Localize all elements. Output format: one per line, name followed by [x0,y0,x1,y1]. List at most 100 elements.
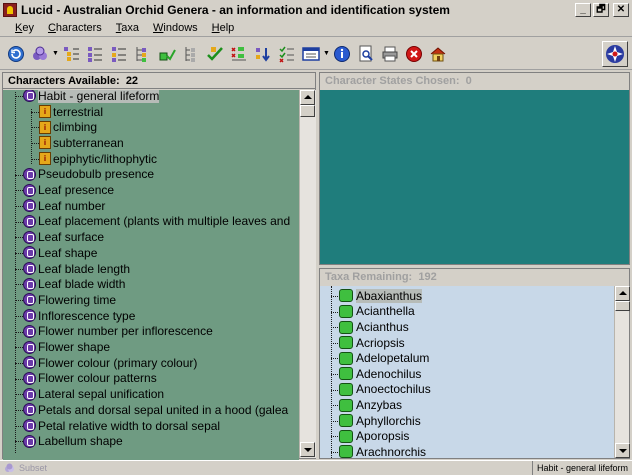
characters-panel: Characters Available: 22 Habit - general… [2,72,316,460]
checklist-icon[interactable] [277,44,297,64]
preview-icon[interactable] [356,44,376,64]
characters-tree[interactable]: Habit - general lifeformterrestrialclimb… [3,90,299,460]
taxon-item[interactable]: Anzybas [339,397,402,413]
taxon-item[interactable]: Aphyllorchis [339,413,421,429]
tree-connector [15,331,23,333]
menu-taxa[interactable]: Taxa [109,22,146,34]
character-item[interactable]: Leaf shape [23,245,97,261]
restore-button[interactable]: 🗗 [593,2,609,17]
taxon-item[interactable]: Adelopetalum [339,350,429,366]
taxa-remaining-panel: Taxa Remaining: 192 Abaxianthus Acianthel… [319,268,630,459]
title-bar[interactable]: Lucid - Australian Orchid Genera - an in… [0,0,632,19]
state-item[interactable]: subterranean [39,135,124,151]
check-icon[interactable] [205,44,225,64]
menu-key[interactable]: Key [8,22,41,34]
taxon-item[interactable]: Acriopsis [339,335,405,351]
states-chosen-header: Character States Chosen: 0 [320,73,629,89]
taxa-tree[interactable]: Abaxianthus Acianthella Acianthus Acriopsis… [320,286,614,458]
minimize-button[interactable]: _ [575,2,591,17]
list-icon[interactable] [229,44,249,64]
character-item[interactable]: Lateral sepal unification [23,386,164,402]
character-icon [23,324,36,338]
close-button[interactable]: ✕ [613,2,629,17]
taxon-item[interactable]: Aporopsis [339,428,409,444]
character-icon [23,167,36,181]
character-item[interactable]: Inflorescence type [23,308,135,324]
home-icon[interactable] [428,44,448,64]
scroll-down-button[interactable] [300,442,315,457]
taxon-item[interactable]: Adenochilus [339,366,421,382]
tree-item-label: Leaf placement (plants with multiple lea… [38,214,291,229]
menu-windows[interactable]: Windows [146,22,205,34]
character-item[interactable]: Leaf number [23,198,105,214]
character-item[interactable]: Leaf surface [23,229,104,245]
find-taxa-icon[interactable] [157,44,177,64]
restart-icon[interactable] [6,44,26,64]
taxa-scroll-down-button[interactable] [615,443,630,458]
prune-icon[interactable] [109,44,129,64]
tree-item-label: Pseudobulb presence [38,167,155,182]
state-item[interactable]: epiphytic/lithophytic [39,151,157,167]
info-icon[interactable] [332,44,352,64]
characters-scrollbar[interactable] [299,90,316,458]
character-item[interactable]: Flowering time [23,292,116,308]
window-icon[interactable] [301,44,321,64]
menu-label-rest: axa [121,21,140,34]
taxon-icon [339,367,353,381]
taxon-item[interactable]: Acianthella [339,304,415,320]
character-item[interactable]: Petals and dorsal sepal united in a hood… [23,402,288,418]
character-icon [23,90,36,103]
view-icon[interactable] [253,44,273,64]
tree-connector [15,268,23,270]
taxon-item[interactable]: Arachnorchis [339,444,426,458]
character-item[interactable]: Flower colour patterns [23,371,157,387]
states-chosen-list[interactable] [320,90,629,264]
taxon-label: Adelopetalum [356,351,430,366]
character-item[interactable]: Labellum shape [23,433,123,449]
best-icon[interactable] [85,44,105,64]
tree-connector [31,111,39,113]
state-item[interactable]: climbing [39,119,97,135]
taxa-scroll-up-button[interactable] [615,286,630,301]
taxon-item[interactable]: Abaxianthus [339,288,423,304]
tree-guide [15,92,16,454]
character-item[interactable]: Leaf presence [23,182,114,198]
options-dropdown-icon[interactable]: ▼ [52,44,59,64]
menu-label-rest: indows [163,21,198,34]
taxon-item[interactable]: Anoectochilus [339,382,431,398]
menu-help[interactable]: Help [205,22,242,34]
lucid-logo-icon[interactable] [602,41,628,67]
window-dropdown-icon[interactable]: ▼ [323,44,330,64]
taxa-scrollbar[interactable] [614,286,630,458]
select-characters-icon[interactable] [61,44,81,64]
character-item[interactable]: Flower colour (primary colour) [23,355,197,371]
character-item[interactable]: Habit - general lifeform [23,90,160,104]
character-item[interactable]: Petal relative width to dorsal sepal [23,418,220,434]
character-item[interactable]: Leaf blade width [23,276,125,292]
taxon-item[interactable]: Acianthus [339,319,409,335]
menu-characters[interactable]: Characters [41,22,109,34]
scroll-thumb[interactable] [300,105,315,117]
character-item[interactable]: Flower number per inflorescence [23,324,213,340]
tree-item-label: Leaf presence [38,183,115,198]
character-item[interactable]: Leaf blade length [23,261,130,277]
app-icon[interactable] [3,2,17,17]
character-item[interactable]: Flower shape [23,339,110,355]
character-item[interactable]: Leaf placement (plants with multiple lea… [23,214,290,230]
differences-icon[interactable] [133,44,153,64]
taxon-icon [339,429,353,443]
taxa-remaining-count: 192 [418,271,437,283]
taxa-scroll-thumb[interactable] [615,301,630,311]
sort-icon[interactable] [181,44,201,64]
options-icon[interactable] [30,44,50,64]
state-item[interactable]: terrestrial [39,104,103,120]
scroll-up-button[interactable] [300,90,315,105]
state-icon [39,152,51,166]
tree-connector [15,190,23,192]
character-item[interactable]: Pseudobulb presence [23,167,154,183]
print-icon[interactable] [380,44,400,64]
character-icon [23,434,36,448]
character-icon [23,246,36,260]
status-bar: Subset Habit - general lifeform [0,460,632,475]
stop-icon[interactable] [404,44,424,64]
